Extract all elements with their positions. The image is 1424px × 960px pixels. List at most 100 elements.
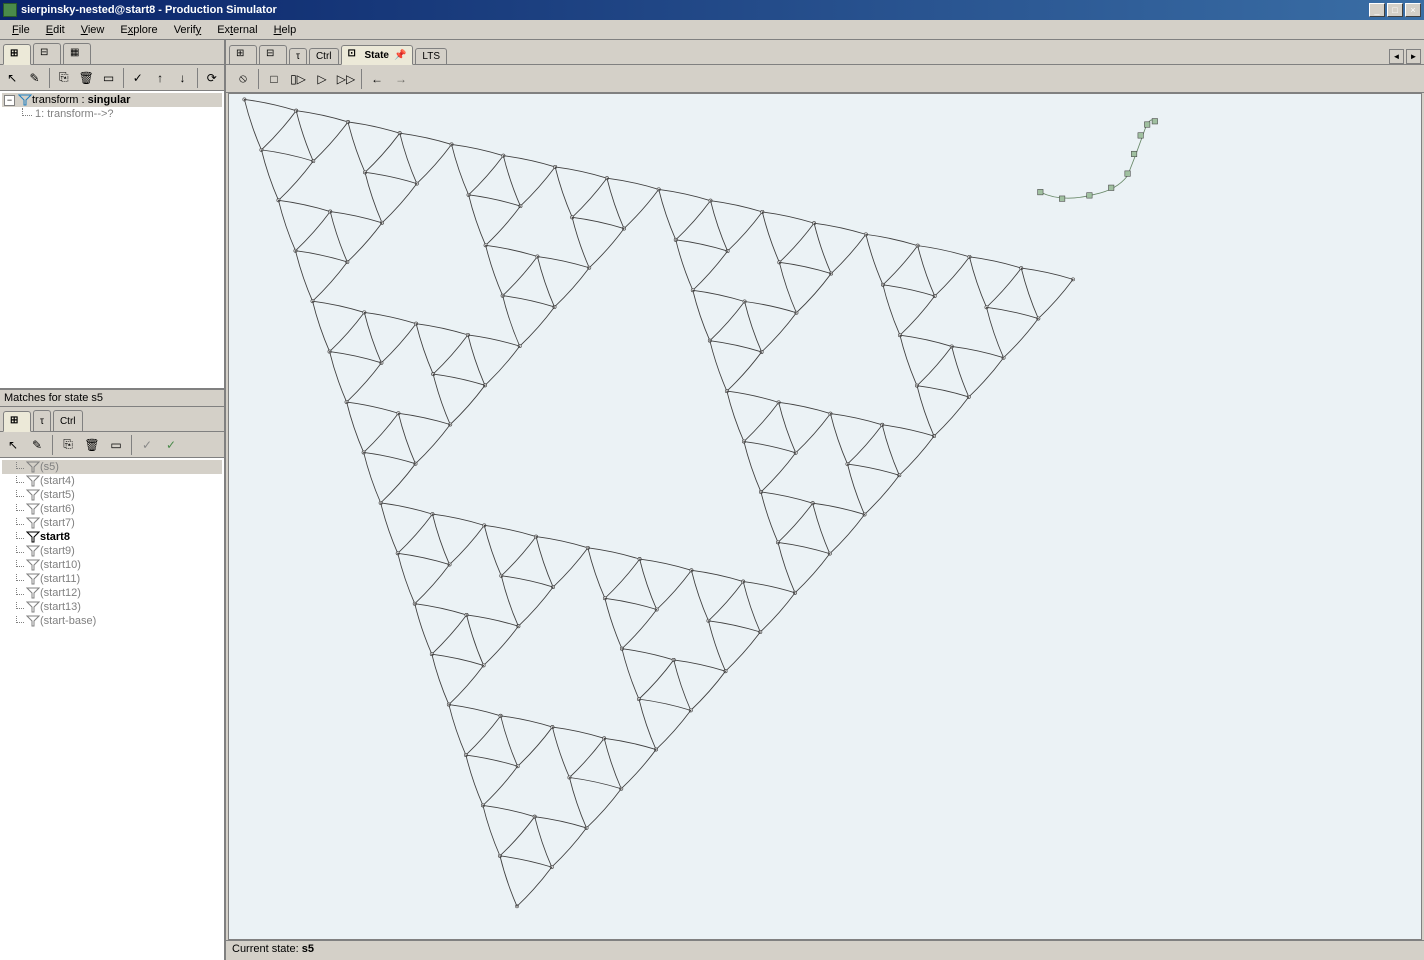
tab-state[interactable]: ⊡State 📌 bbox=[341, 45, 414, 65]
step-tool[interactable]: ▯▷ bbox=[287, 68, 309, 90]
list-item[interactable]: (start4) bbox=[2, 474, 222, 488]
funnel-icon bbox=[18, 94, 32, 106]
list-item[interactable]: start8 bbox=[2, 530, 222, 544]
close-button[interactable]: × bbox=[1405, 3, 1421, 17]
refresh-tool[interactable]: ⟳ bbox=[202, 67, 222, 89]
tree-child[interactable]: 1: transform-->? bbox=[2, 107, 222, 121]
menu-verify[interactable]: Verify bbox=[166, 22, 210, 38]
titlebar: sierpinsky-nested@start8 - Production Si… bbox=[0, 0, 1424, 20]
check-tool-b[interactable]: ✓ bbox=[136, 434, 158, 456]
tab-graph-b1[interactable]: ⊞ bbox=[3, 411, 31, 432]
edit-tool-b[interactable]: ✎ bbox=[26, 434, 48, 456]
tab-graph1[interactable]: ⊞ bbox=[3, 44, 31, 65]
tree-line bbox=[22, 108, 32, 116]
left-bottom-tree[interactable]: (s5)(start4)(start5)(start6)(start7)star… bbox=[0, 458, 224, 960]
list-item[interactable]: (start-base) bbox=[2, 614, 222, 628]
tab-lts[interactable]: LTS bbox=[415, 48, 447, 64]
tab-r-tau[interactable]: τ bbox=[289, 48, 307, 64]
sep bbox=[52, 435, 53, 455]
menu-edit[interactable]: Edit bbox=[38, 22, 73, 38]
graph-icon: ⊞ bbox=[10, 415, 24, 429]
left-top-panel: ⊞ ⊟ ▦ ↖ ✎ ⎘ 🗑 ▭ ✓ ↑ ↓ ⟳ − bbox=[0, 40, 224, 390]
list-item[interactable]: (s5) bbox=[2, 460, 222, 474]
delete-tool-b[interactable]: 🗑 bbox=[81, 434, 103, 456]
graph-icon: ⊞ bbox=[10, 48, 24, 62]
list-item[interactable]: (start13) bbox=[2, 600, 222, 614]
check-tool[interactable]: ✓ bbox=[128, 67, 148, 89]
menu-file[interactable]: File bbox=[4, 22, 38, 38]
funnel-icon bbox=[26, 615, 40, 627]
tree-root[interactable]: − transform : singular bbox=[2, 93, 222, 107]
play-tool[interactable]: ▷ bbox=[311, 68, 333, 90]
edit-tool[interactable]: ✎ bbox=[24, 67, 44, 89]
list-item[interactable]: (start11) bbox=[2, 572, 222, 586]
right-tabbar: ⊞ ⊟ τ Ctrl ⊡State 📌 LTS ◄ ► bbox=[226, 40, 1424, 65]
sep bbox=[258, 69, 259, 89]
graph2-icon: ⊟ bbox=[40, 47, 54, 61]
pin-icon: 📌 bbox=[394, 50, 406, 61]
left-top-toolbar: ↖ ✎ ⎘ 🗑 ▭ ✓ ↑ ↓ ⟳ bbox=[0, 65, 224, 91]
tab-r2[interactable]: ⊟ bbox=[259, 45, 287, 64]
list-item[interactable]: (start9) bbox=[2, 544, 222, 558]
funnel-icon bbox=[26, 601, 40, 613]
sep bbox=[197, 68, 198, 88]
funnel-icon bbox=[26, 503, 40, 515]
check2-tool-b[interactable]: ✓ bbox=[160, 434, 182, 456]
expander-icon[interactable]: − bbox=[4, 95, 15, 106]
select-tool-b[interactable]: ↖ bbox=[2, 434, 24, 456]
tab-ctrl[interactable]: Ctrl bbox=[53, 410, 83, 431]
sep bbox=[131, 435, 132, 455]
delete-tool[interactable]: 🗑 bbox=[76, 67, 96, 89]
tab-r-ctrl[interactable]: Ctrl bbox=[309, 48, 339, 64]
rename-tool-b[interactable]: ▭ bbox=[105, 434, 127, 456]
status-prefix: Current state: bbox=[232, 943, 302, 955]
scroll-left-icon[interactable]: ◄ bbox=[1389, 49, 1404, 64]
fractal-graph bbox=[229, 94, 1421, 939]
up-tool[interactable]: ↑ bbox=[150, 67, 170, 89]
left-bottom-panel: ⊞ τ Ctrl ↖ ✎ ⎘ 🗑 ▭ ✓ ✓ (s5)(start4)(star… bbox=[0, 407, 224, 960]
tab-tau[interactable]: τ bbox=[33, 410, 51, 431]
back-tool[interactable]: ← bbox=[366, 68, 388, 90]
copy-tool-b[interactable]: ⎘ bbox=[57, 434, 79, 456]
canvas-area[interactable] bbox=[228, 93, 1422, 940]
ff-tool[interactable]: ▷▷ bbox=[335, 68, 357, 90]
stop-tool[interactable]: ⦸ bbox=[232, 68, 254, 90]
list-item[interactable]: (start10) bbox=[2, 558, 222, 572]
window-title: sierpinsky-nested@start8 - Production Si… bbox=[21, 4, 1369, 16]
sep bbox=[123, 68, 124, 88]
minimize-button[interactable]: _ bbox=[1369, 3, 1385, 17]
list-item[interactable]: (start5) bbox=[2, 488, 222, 502]
down-tool[interactable]: ↓ bbox=[172, 67, 192, 89]
tab-r1[interactable]: ⊞ bbox=[229, 45, 257, 64]
menu-help[interactable]: Help bbox=[266, 22, 305, 38]
list-item-label: (start9) bbox=[40, 545, 75, 557]
tab-graph2[interactable]: ⊟ bbox=[33, 43, 61, 64]
forward-tool[interactable]: → bbox=[390, 68, 412, 90]
copy-tool[interactable]: ⎘ bbox=[54, 67, 74, 89]
scroll-right-icon[interactable]: ► bbox=[1406, 49, 1421, 64]
status-bar: Current state: s5 bbox=[226, 940, 1424, 960]
list-item[interactable]: (start12) bbox=[2, 586, 222, 600]
app-icon bbox=[3, 3, 17, 17]
maximize-button[interactable]: □ bbox=[1387, 3, 1403, 17]
select-tool[interactable]: ↖ bbox=[2, 67, 22, 89]
square-tool[interactable]: □ bbox=[263, 68, 285, 90]
tree-child-label: 1: transform-->? bbox=[35, 108, 114, 120]
list-item[interactable]: (start7) bbox=[2, 516, 222, 530]
tab-state-label: State bbox=[365, 50, 389, 61]
state-icon: ⊡ bbox=[348, 48, 362, 62]
tab-grid[interactable]: ▦ bbox=[63, 43, 91, 64]
funnel-icon bbox=[26, 489, 40, 501]
right-panel: ⊞ ⊟ τ Ctrl ⊡State 📌 LTS ◄ ► ⦸ □ ▯▷ ▷ ▷▷ ←… bbox=[226, 40, 1424, 960]
list-item[interactable]: (start6) bbox=[2, 502, 222, 516]
menu-external[interactable]: External bbox=[209, 22, 265, 38]
menu-explore[interactable]: Explore bbox=[112, 22, 165, 38]
sep bbox=[361, 69, 362, 89]
funnel-icon bbox=[26, 573, 40, 585]
list-item-label: (start12) bbox=[40, 587, 81, 599]
rename-tool[interactable]: ▭ bbox=[98, 67, 118, 89]
left-top-tree[interactable]: − transform : singular 1: transform-->? bbox=[0, 91, 224, 388]
menu-view[interactable]: View bbox=[73, 22, 113, 38]
list-item-label: (start13) bbox=[40, 601, 81, 613]
status-value: s5 bbox=[302, 943, 314, 955]
